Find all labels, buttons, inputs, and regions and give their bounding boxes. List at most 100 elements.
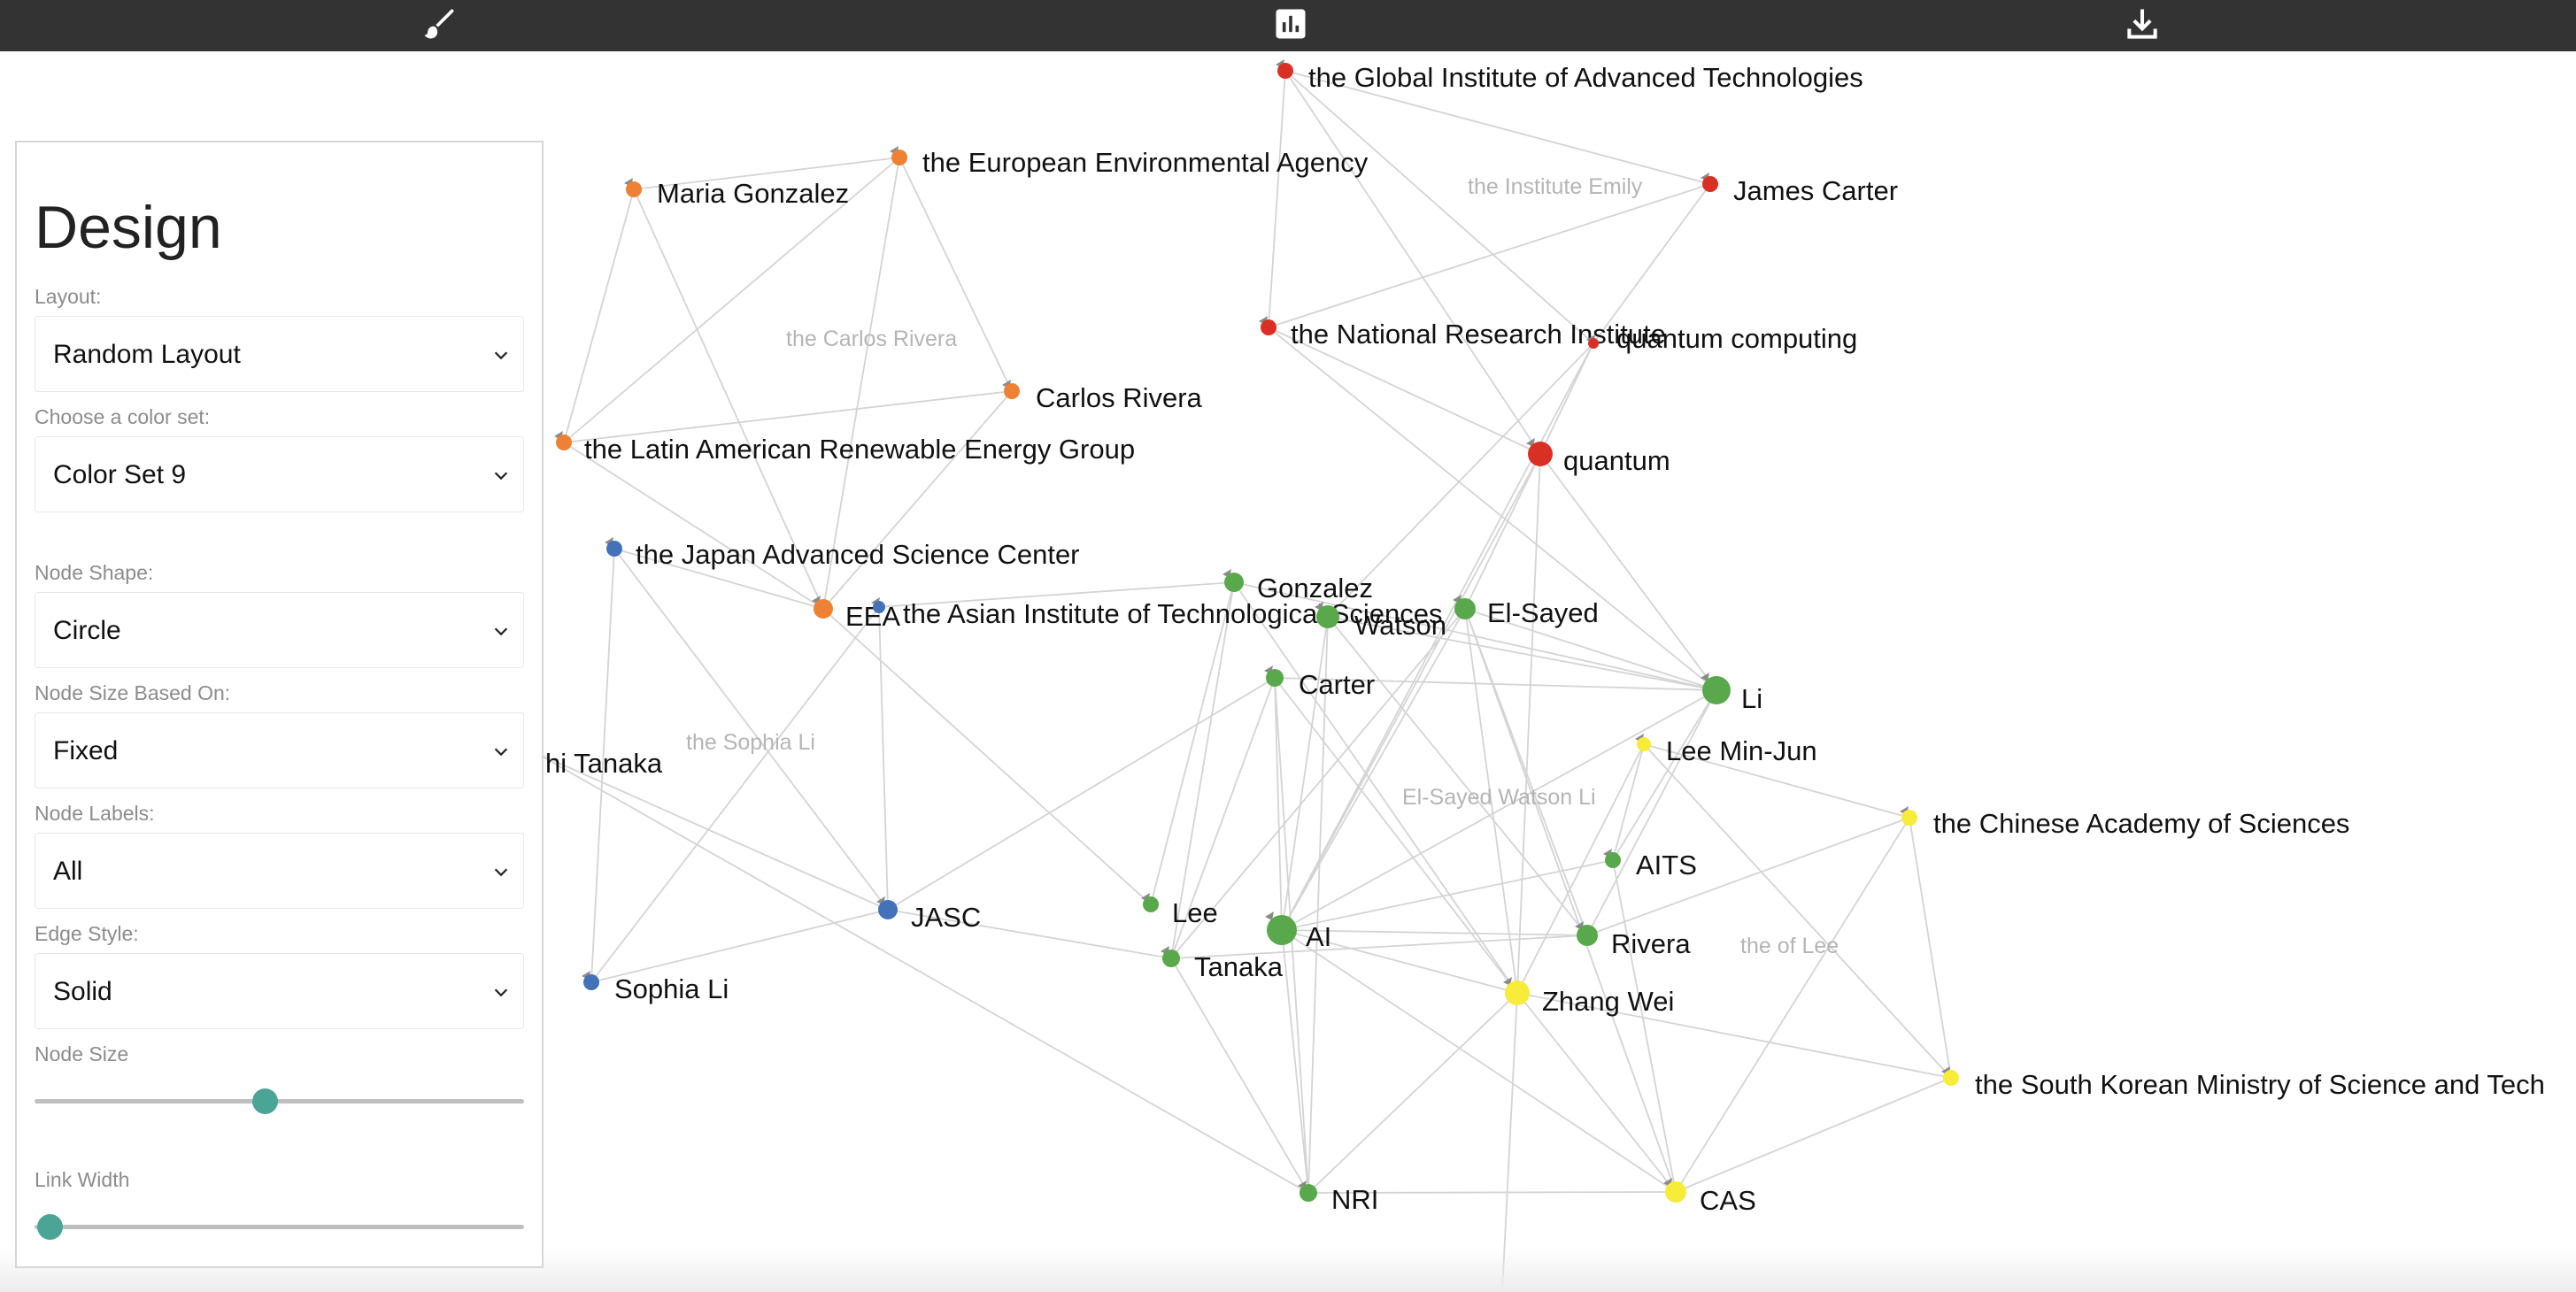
node-shape-select[interactable]: Circle <box>35 592 524 668</box>
node-circle[interactable] <box>814 599 833 619</box>
layout-select[interactable]: Random Layout <box>35 316 524 392</box>
graph-node[interactable]: Maria Gonzalez <box>624 178 849 209</box>
node-label: CAS <box>1700 1185 1756 1216</box>
design-button[interactable] <box>413 0 466 51</box>
link-width-slider[interactable] <box>35 1199 524 1252</box>
graph-edge <box>1643 743 1952 1079</box>
node-circle[interactable] <box>1300 1184 1317 1202</box>
node-size-based-on-value: Fixed <box>53 736 119 765</box>
graph-node[interactable]: EEA <box>812 596 900 632</box>
node-size-label: Node Size <box>35 1042 129 1065</box>
node-circle[interactable] <box>1267 915 1297 945</box>
node-label: the Chinese Academy of Sciences <box>1933 808 2349 839</box>
node-circle[interactable] <box>626 181 642 197</box>
node-circle[interactable] <box>1943 1070 1959 1086</box>
node-circle[interactable] <box>1588 338 1599 349</box>
graph-node[interactable]: El-Sayed <box>1453 595 1599 628</box>
graph-node[interactable]: the Latin American Renewable Energy Grou… <box>554 431 1135 465</box>
slider-thumb[interactable] <box>251 1088 278 1114</box>
node-circle[interactable] <box>1143 896 1159 912</box>
graph-node[interactable]: the European Environmental Agency <box>890 146 1369 178</box>
graph-edge <box>899 157 1013 392</box>
node-size-based-on-select[interactable]: Fixed <box>35 712 524 788</box>
slider-track <box>35 1225 524 1229</box>
graph-node[interactable]: the Global Institute of Advanced Technol… <box>1276 59 1863 93</box>
edge-label: the Institute Emily <box>1468 174 1643 199</box>
node-circle[interactable] <box>1316 605 1339 628</box>
graph-node[interactable]: CAS <box>1663 1178 1756 1216</box>
graph-node[interactable]: Rivera <box>1575 921 1691 959</box>
node-circle[interactable] <box>583 974 599 990</box>
node-circle[interactable] <box>873 601 885 613</box>
color-set-label: Choose a color set: <box>35 405 211 428</box>
node-labels-label: Node Labels: <box>35 802 155 825</box>
download-button[interactable] <box>2116 0 2169 51</box>
graph-node[interactable]: James Carter <box>1701 173 1898 206</box>
node-circle[interactable] <box>556 435 572 450</box>
node-circle[interactable] <box>1266 669 1284 687</box>
node-label: Carter <box>1299 669 1375 700</box>
graph-edge <box>1516 992 1677 1193</box>
node-size-slider[interactable] <box>35 1073 524 1127</box>
node-label: hi Tanaka <box>545 748 663 779</box>
graph-edge <box>1268 183 1711 328</box>
node-circle[interactable] <box>1901 810 1917 826</box>
slider-thumb[interactable] <box>36 1214 63 1240</box>
graph-edge <box>1501 992 1518 1292</box>
node-circle[interactable] <box>1577 925 1598 946</box>
graph-edge <box>1150 581 1235 905</box>
graph-node[interactable]: Carter <box>1264 665 1375 700</box>
graph-node[interactable]: the Japan Advanced Science Center <box>605 537 1080 570</box>
node-circle[interactable] <box>1224 573 1244 592</box>
graph-node[interactable]: the South Korean Ministry of Science and… <box>1941 1066 2545 1100</box>
node-circle[interactable] <box>878 900 898 919</box>
graph-node[interactable]: Zhang Wei <box>1503 977 1674 1017</box>
paintbrush-icon <box>420 4 459 48</box>
color-set-select[interactable]: Color Set 9 <box>35 436 524 512</box>
graph-node[interactable]: the National Research Institute <box>1259 316 1666 350</box>
node-circle[interactable] <box>1454 598 1476 619</box>
node-circle[interactable] <box>1505 981 1530 1005</box>
node-circle[interactable] <box>1261 319 1276 335</box>
node-label: Zhang Wei <box>1542 986 1674 1017</box>
graph-node[interactable]: JASC <box>876 896 981 933</box>
graph-node[interactable]: Tanaka <box>1161 946 1284 982</box>
chart-icon <box>1271 4 1310 48</box>
statistics-button[interactable] <box>1264 0 1317 51</box>
graph-edge <box>590 606 880 983</box>
graph-node[interactable]: quantum computing <box>1586 323 1857 354</box>
node-circle[interactable] <box>1605 852 1621 868</box>
graph-node[interactable]: AI <box>1265 911 1331 952</box>
graph-node[interactable]: Lee <box>1141 893 1218 928</box>
node-label: the South Korean Ministry of Science and… <box>1975 1069 2545 1100</box>
node-label: Lee Min-Jun <box>1666 735 1817 766</box>
graph-node[interactable]: Sophia Li <box>582 971 729 1004</box>
edge-label: the Carlos Rivera <box>786 327 957 351</box>
node-circle[interactable] <box>1702 676 1731 704</box>
graph-edge <box>1268 70 1286 328</box>
chevron-down-icon <box>494 627 508 636</box>
node-circle[interactable] <box>1528 442 1553 466</box>
node-circle[interactable] <box>1162 950 1180 967</box>
graph-node[interactable]: quantum <box>1526 438 1670 476</box>
graph-edge <box>822 608 1152 905</box>
node-circle[interactable] <box>1702 176 1718 192</box>
node-circle[interactable] <box>1004 383 1020 399</box>
graph-node[interactable]: Li <box>1701 673 1762 714</box>
graph-edge <box>1612 859 1677 1193</box>
graph-node[interactable]: NRI <box>1298 1180 1378 1215</box>
graph-node[interactable]: Carlos Rivera <box>1002 380 1203 413</box>
graph-node[interactable]: hi Tanaka <box>545 748 663 779</box>
edge-style-select[interactable]: Solid <box>35 953 524 1029</box>
node-circle[interactable] <box>891 150 907 165</box>
node-circle[interactable] <box>1665 1181 1686 1203</box>
node-label: the Latin American Renewable Energy Grou… <box>584 434 1135 465</box>
node-circle[interactable] <box>1637 737 1651 751</box>
node-label: Sophia Li <box>614 973 729 1004</box>
node-circle[interactable] <box>606 541 622 557</box>
node-circle[interactable] <box>1277 63 1293 79</box>
graph-node[interactable]: the Chinese Academy of Sciences <box>1900 806 2349 839</box>
node-labels-select[interactable]: All <box>35 833 524 909</box>
chevron-down-icon <box>494 351 508 360</box>
